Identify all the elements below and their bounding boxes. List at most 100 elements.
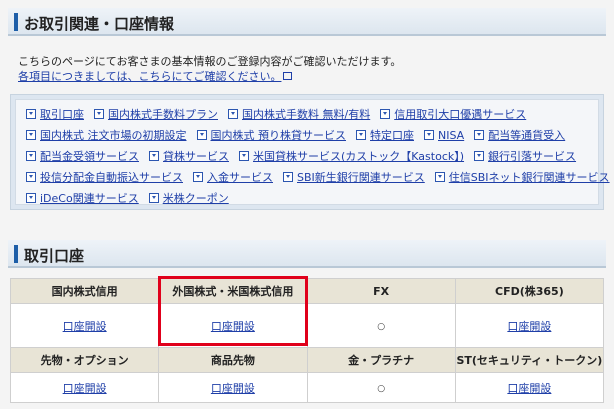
cell-domestic-margin: 口座開設 — [9, 303, 160, 348]
chevron-down-icon — [434, 172, 445, 182]
chevron-down-icon — [239, 151, 249, 161]
section-title: お取引関連・口座情報 — [24, 15, 175, 33]
cell-security-token: 口座開設 — [454, 372, 605, 403]
service-link-label: 国内株式手数料 無料/有料 — [242, 108, 371, 121]
service-link[interactable]: SBI新生銀行関連サービス — [283, 171, 425, 185]
open-account-link[interactable]: 口座開設 — [211, 320, 255, 333]
service-link-label: SBI新生銀行関連サービス — [297, 171, 425, 184]
chevron-down-icon — [94, 109, 104, 119]
cell-cfd: 口座開設 — [454, 303, 605, 348]
table-header-row: 先物・オプション 商品先物 金・プラチナ ST(セキュリティ・トークン) — [9, 347, 605, 373]
header-commodity-futures: 商品先物 — [158, 347, 308, 373]
service-link-label: 特定口座 — [370, 129, 414, 142]
chevron-down-icon — [283, 172, 293, 182]
open-account-link[interactable]: 口座開設 — [507, 320, 551, 333]
cell-foreign-us-margin: 口座開設 — [158, 303, 308, 348]
header-futures-options: 先物・オプション — [9, 347, 160, 373]
service-link[interactable]: 配当金受領サービス — [26, 150, 139, 164]
open-account-link[interactable]: 口座開設 — [63, 382, 107, 395]
service-link[interactable]: 取引口座 — [26, 108, 84, 122]
service-link-label: 貸株サービス — [163, 150, 229, 163]
service-link-label: 投信分配金自動振込サービス — [40, 171, 183, 184]
header-security-token: ST(セキュリティ・トークン) — [454, 347, 605, 373]
service-link-label: 米国貸株サービス(カストック【Kastock】) — [253, 150, 465, 163]
intro-text: こちらのページにてお客さまの基本情報のご登録内容がご確認いただけます。 各項目に… — [18, 54, 401, 84]
service-link[interactable]: 投信分配金自動振込サービス — [26, 171, 183, 185]
section-header-trading-accounts: 取引口座 — [8, 240, 606, 268]
open-account-link[interactable]: 口座開設 — [507, 382, 551, 395]
section-title: 取引口座 — [24, 247, 85, 265]
service-link-label: NISA — [438, 129, 465, 142]
chevron-down-icon — [474, 130, 485, 140]
service-link[interactable]: 貸株サービス — [149, 150, 229, 164]
open-account-link[interactable]: 口座開設 — [63, 320, 107, 333]
table-row: 口座開設 口座開設 ○ 口座開設 — [9, 372, 605, 403]
service-link[interactable]: 配当等通貨受入 — [474, 129, 565, 143]
chevron-down-icon — [26, 193, 36, 203]
chevron-down-icon — [196, 130, 207, 140]
header-foreign-us-margin: 外国株式・米国株式信用 — [158, 278, 308, 304]
chevron-down-icon — [26, 109, 36, 119]
chevron-down-icon — [26, 130, 36, 140]
opened-mark: ○ — [377, 384, 386, 394]
service-link-label: 入金サービス — [207, 171, 273, 184]
service-link-label: 配当等通貨受入 — [488, 129, 566, 142]
cell-futures-options: 口座開設 — [9, 372, 160, 403]
service-link-label: 配当金受領サービス — [40, 150, 139, 163]
chevron-down-icon — [193, 172, 203, 182]
service-link-label: 取引口座 — [40, 108, 84, 121]
service-link-label: 銀行引落サービス — [488, 150, 577, 163]
section-header-account-info: お取引関連・口座情報 — [8, 8, 606, 36]
cell-fx: ○ — [306, 303, 456, 348]
service-link[interactable]: 米株クーポン — [148, 192, 229, 206]
service-link[interactable]: 住信SBIネット銀行関連サービス — [434, 171, 610, 185]
service-link-box: 取引口座 国内株式手数料プラン 国内株式手数料 無料/有料 信用取引大口優遇サービス … — [10, 94, 610, 210]
header-gold-platinum: 金・プラチナ — [306, 347, 456, 373]
service-link-label: 住信SBIネット銀行関連サービス — [448, 171, 610, 184]
chevron-down-icon — [148, 193, 159, 203]
service-link[interactable]: 入金サービス — [193, 171, 273, 185]
intro-line: こちらのページにてお客さまの基本情報のご登録内容がご確認いただけます。 — [18, 55, 402, 68]
service-link-label: iDeCo関連サービス — [40, 192, 139, 205]
table-row: 口座開設 口座開設 ○ 口座開設 — [9, 303, 605, 348]
service-link[interactable]: 信用取引大口優遇サービス — [380, 108, 526, 122]
service-link[interactable]: 銀行引落サービス — [474, 150, 576, 164]
service-link-list: 取引口座 国内株式手数料プラン 国内株式手数料 無料/有料 信用取引大口優遇サービス … — [15, 99, 610, 206]
service-link-label: 信用取引大口優遇サービス — [394, 108, 527, 121]
service-link[interactable]: 国内株式手数料 無料/有料 — [228, 108, 370, 122]
service-link[interactable]: 国内株式 注文市場の初期設定 — [26, 129, 187, 143]
chevron-down-icon — [380, 109, 391, 119]
service-link[interactable]: iDeCo関連サービス — [26, 192, 139, 206]
details-link[interactable]: 各項目につきましては、こちらにてご確認ください。 — [18, 70, 281, 83]
service-link[interactable]: 国内株式 預り株貸サービス — [196, 129, 347, 143]
service-link[interactable]: NISA — [424, 129, 464, 143]
service-link[interactable]: 米国貸株サービス(カストック【Kastock】) — [239, 150, 464, 164]
service-link-label: 国内株式手数料プラン — [108, 108, 218, 121]
chevron-down-icon — [149, 151, 159, 161]
trading-accounts-table: 国内株式信用 外国株式・米国株式信用 FX CFD(株365) 口座開設 口座開… — [9, 278, 605, 403]
header-accent-bar — [14, 13, 18, 31]
header-cfd: CFD(株365) — [454, 278, 605, 304]
service-link-label: 国内株式 預り株貸サービス — [210, 129, 347, 142]
open-account-link[interactable]: 口座開設 — [211, 382, 255, 395]
link-row: 取引口座 国内株式手数料プラン 国内株式手数料 無料/有料 信用取引大口優遇サービス — [26, 108, 536, 122]
opened-mark: ○ — [377, 322, 386, 332]
link-row: iDeCo関連サービス 米株クーポン — [26, 192, 239, 206]
service-link-label: 国内株式 注文市場の初期設定 — [40, 129, 187, 142]
link-row: 配当金受領サービス 貸株サービス 米国貸株サービス(カストック【Kastock】) 銀… — [26, 150, 586, 164]
header-domestic-margin: 国内株式信用 — [9, 278, 160, 304]
intro-link-line: 各項目につきましては、こちらにてご確認ください。 — [18, 69, 401, 84]
table-header-row: 国内株式信用 外国株式・米国株式信用 FX CFD(株365) — [9, 278, 605, 304]
header-accent-bar — [14, 245, 18, 263]
service-link-label: 米株クーポン — [162, 192, 229, 205]
header-fx: FX — [306, 278, 456, 304]
chevron-down-icon — [26, 151, 36, 161]
service-link[interactable]: 国内株式手数料プラン — [94, 108, 218, 122]
chevron-down-icon — [474, 151, 485, 161]
chevron-down-icon — [26, 172, 36, 182]
service-link[interactable]: 特定口座 — [356, 129, 414, 143]
cell-gold-platinum: ○ — [306, 372, 456, 403]
chevron-down-icon — [424, 130, 434, 140]
cell-commodity-futures: 口座開設 — [158, 372, 308, 403]
external-window-icon — [283, 72, 293, 80]
